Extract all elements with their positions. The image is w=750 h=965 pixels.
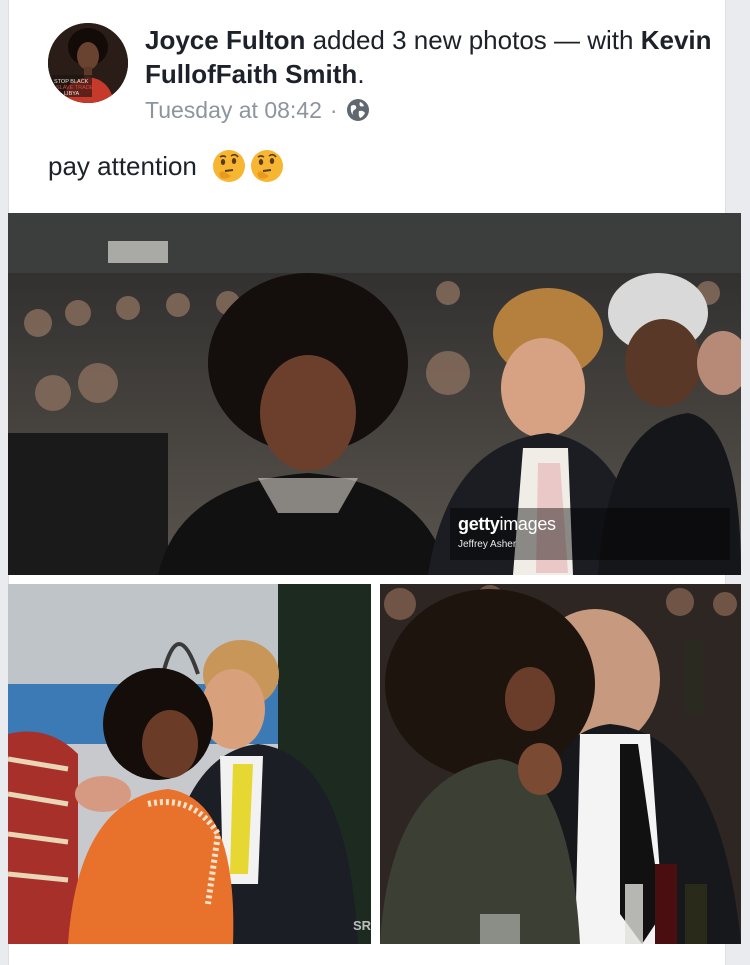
photo-2-image <box>8 584 371 944</box>
post-photo-2[interactable] <box>8 584 371 944</box>
timestamp-link[interactable]: Tuesday at 08:42 <box>145 97 322 124</box>
post-action-text: added 3 new photos — with <box>312 25 634 55</box>
author-name-link[interactable]: Joyce Fulton <box>145 25 305 55</box>
post-meta: Tuesday at 08:42 · <box>145 93 370 127</box>
post-header-text: Joyce Fulton added 3 new photos — with K… <box>145 23 715 91</box>
post-photo-3[interactable] <box>380 584 741 944</box>
photo-credit: Jeffrey Asher <box>458 539 517 550</box>
avatar-image: STOP BLACK SLAVE TRADE LIBYA <box>48 23 128 103</box>
globe-icon[interactable] <box>346 98 370 122</box>
post-message: pay attention <box>48 148 285 184</box>
author-avatar[interactable]: STOP BLACK SLAVE TRADE LIBYA <box>48 23 128 103</box>
meta-separator: · <box>329 96 338 123</box>
photo-2-corner-mark: SR <box>353 918 372 933</box>
emoji-group <box>211 148 285 184</box>
post-text-content: pay attention <box>48 150 197 181</box>
tagged-suffix: . <box>357 59 365 89</box>
getty-watermark: gettyimages Jeffrey Asher <box>450 508 730 560</box>
avatar-badge-line3: LIBYA <box>64 91 80 97</box>
thinking-face-emoji <box>212 150 245 182</box>
photo-3-image <box>380 584 741 944</box>
thinking-face-emoji <box>250 150 283 182</box>
getty-logo: gettyimages <box>458 514 556 534</box>
